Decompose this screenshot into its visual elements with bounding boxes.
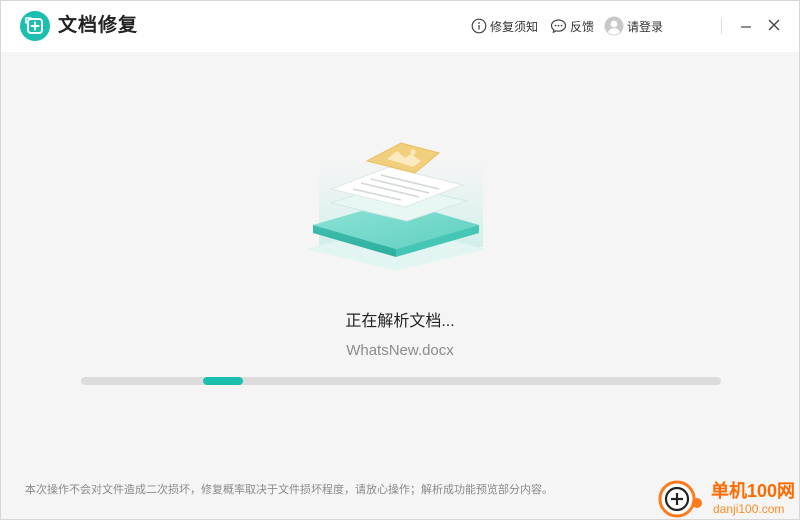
file-name-text: WhatsNew.docx [346, 342, 454, 359]
minimize-button[interactable] [738, 17, 754, 33]
watermark-logo: 单机100网 danji100.com [653, 477, 799, 519]
feedback-label: 反馈 [570, 19, 595, 34]
repair-notice-label: 修复须知 [490, 19, 539, 34]
document-parsing-illustration [301, 139, 491, 294]
app-title: 文档修复 [58, 15, 139, 36]
watermark-brand: 单机100网 [711, 481, 796, 501]
progress-bar [81, 377, 721, 385]
chat-bubble-icon [550, 19, 567, 34]
parsing-status-text: 正在解析文档... [345, 313, 455, 330]
progress-indicator [203, 377, 243, 385]
watermark-badge-icon [658, 480, 702, 518]
app-logo-icon [20, 11, 50, 41]
title-bar-divider [721, 18, 722, 34]
close-button[interactable] [766, 17, 782, 33]
watermark-site: danji100.com [713, 502, 785, 516]
repair-notice-link[interactable]: 修复须知 [471, 16, 538, 36]
minimize-icon [741, 26, 751, 28]
title-bar: 文档修复 修复须知 反馈 请登录 [1, 1, 799, 52]
close-icon [768, 19, 780, 31]
info-icon [471, 18, 487, 34]
footer-note: 本次操作不会对文件造成二次损坏，修复概率取决于文件损坏程度，请放心操作；解析成功… [25, 484, 553, 496]
login-label: 请登录 [627, 19, 664, 34]
user-avatar-icon [604, 16, 624, 36]
app-window: 文档修复 修复须知 反馈 请登录 正在解析文档... WhatsNew.docx… [0, 0, 800, 520]
feedback-link[interactable]: 反馈 [550, 16, 594, 36]
login-link[interactable]: 请登录 [604, 16, 663, 36]
